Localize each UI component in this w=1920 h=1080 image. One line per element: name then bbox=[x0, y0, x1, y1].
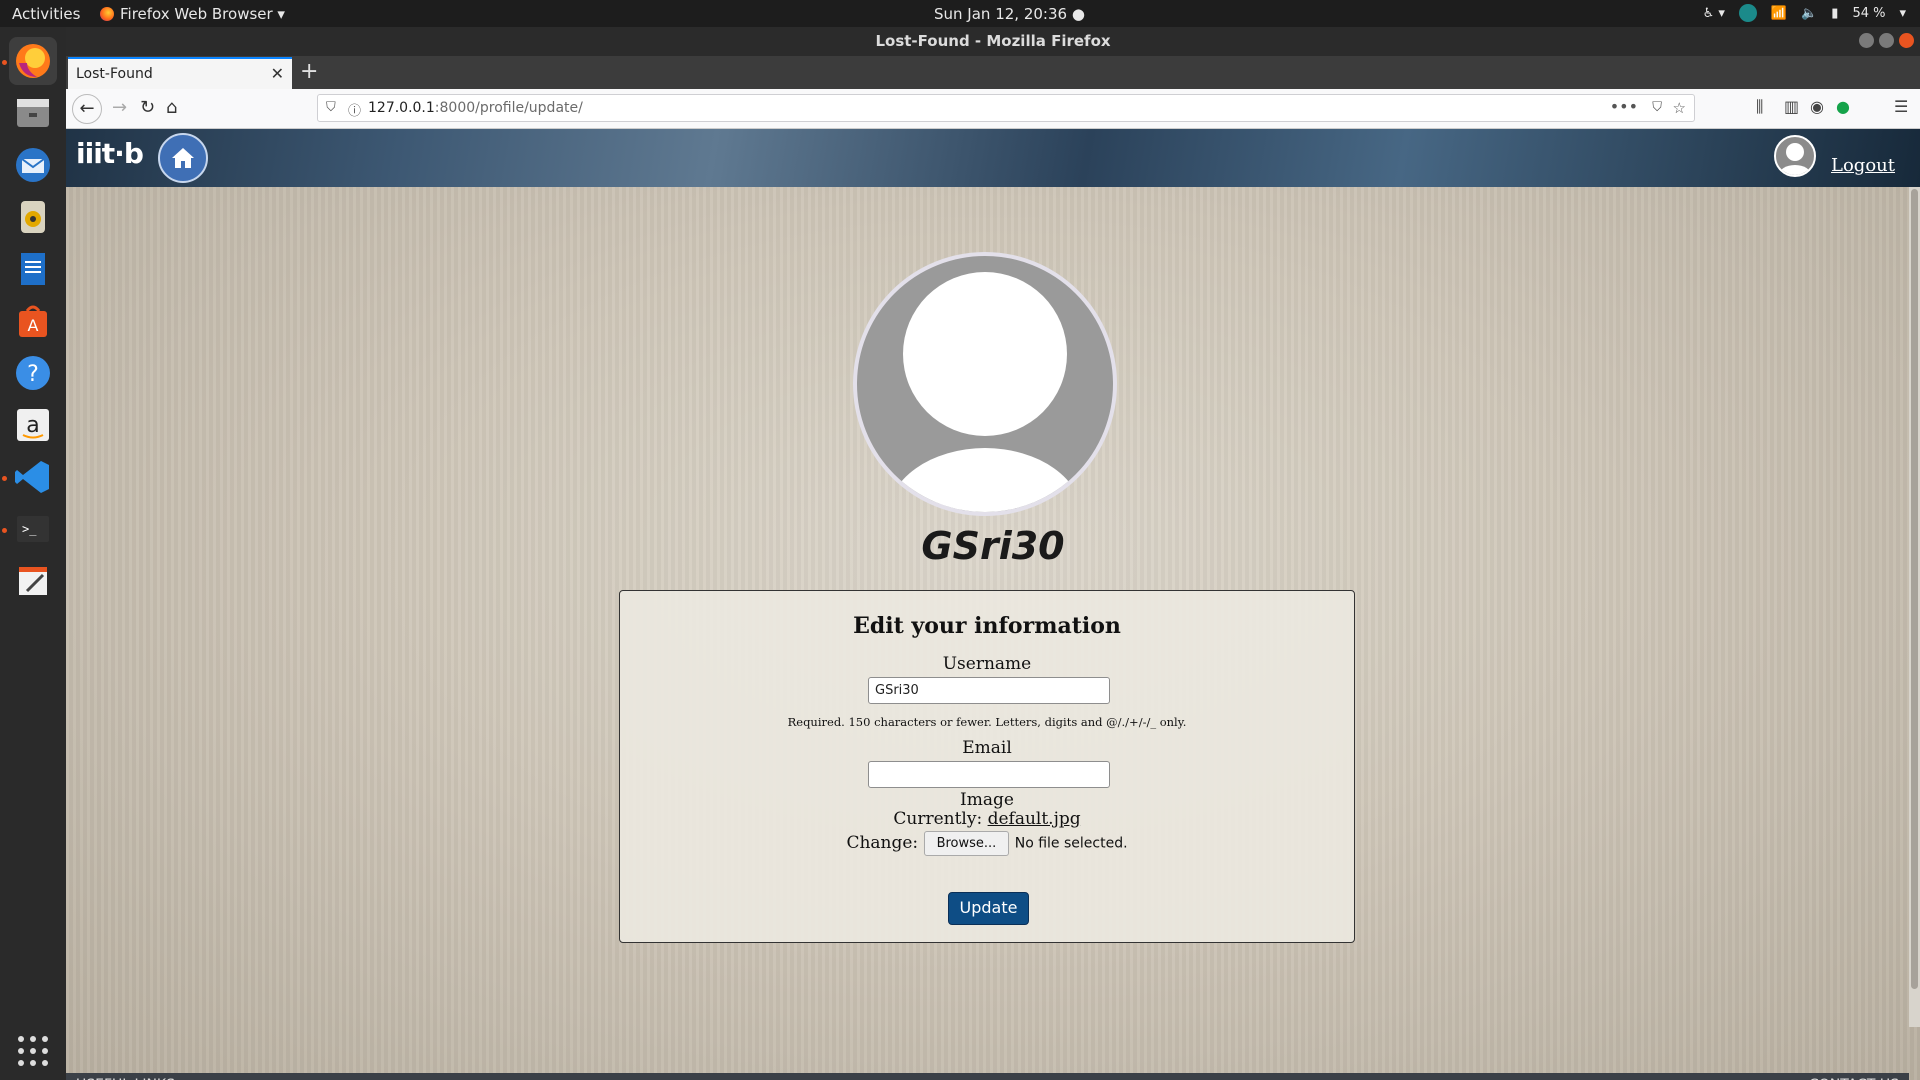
tab-title: Lost-Found bbox=[76, 66, 153, 82]
firefox-icon bbox=[100, 7, 114, 21]
user-silhouette-icon bbox=[887, 272, 1083, 512]
url-host: 127.0.0.1 bbox=[368, 100, 435, 116]
site-footer: USEFUL LINKS CONTACT US bbox=[66, 1073, 1909, 1080]
library-icon[interactable]: ⫼ bbox=[1756, 97, 1763, 117]
profile-avatar bbox=[853, 252, 1117, 516]
home-icon[interactable]: ⌂ bbox=[166, 97, 177, 118]
window-title: Lost-Found - Mozilla Firefox bbox=[875, 32, 1111, 50]
window-titlebar[interactable]: Lost-Found - Mozilla Firefox bbox=[66, 27, 1920, 56]
accessibility-icon[interactable]: ♿ ▾ bbox=[1703, 6, 1725, 21]
url-text[interactable]: 127.0.0.1:8000/profile/update/ bbox=[368, 100, 583, 116]
dock-vscode-icon[interactable] bbox=[9, 453, 57, 501]
dock-help-icon[interactable]: ? bbox=[9, 349, 57, 397]
svg-text:>_: >_ bbox=[22, 522, 37, 536]
page-actions-icon[interactable]: ••• bbox=[1610, 97, 1638, 116]
battery-icon[interactable]: ▮ bbox=[1831, 6, 1838, 21]
sidebar-icon[interactable]: ▥ bbox=[1784, 97, 1799, 116]
window-controls bbox=[1859, 33, 1914, 48]
edit-profile-form: Edit your information Username Required.… bbox=[619, 590, 1355, 943]
svg-text:?: ? bbox=[27, 362, 39, 387]
no-file-status: No file selected. bbox=[1014, 835, 1128, 852]
system-menu-chevron-icon[interactable]: ▾ bbox=[1899, 6, 1906, 21]
close-window-button[interactable] bbox=[1899, 33, 1914, 48]
navigation-toolbar: ← → ↻ ⌂ ⛉ ⓘ 127.0.0.1:8000/profile/updat… bbox=[66, 89, 1920, 129]
username-input[interactable] bbox=[868, 677, 1110, 704]
ubuntu-dock: A ? a >_ bbox=[0, 27, 66, 1080]
back-button[interactable]: ← bbox=[72, 94, 102, 124]
volume-icon[interactable]: 🔈 bbox=[1801, 6, 1817, 21]
home-button[interactable] bbox=[158, 133, 208, 183]
browse-button[interactable]: Browse... bbox=[923, 831, 1010, 856]
new-tab-button[interactable]: + bbox=[300, 59, 318, 84]
dock-rhythmbox-icon[interactable] bbox=[9, 193, 57, 241]
site-logo[interactable]: iiit·b bbox=[76, 137, 144, 170]
svg-text:A: A bbox=[28, 316, 39, 335]
reload-button[interactable]: ↻ bbox=[140, 97, 155, 118]
bookmark-star-icon[interactable]: ☆ bbox=[1673, 99, 1686, 117]
image-label: Image bbox=[960, 790, 1014, 810]
running-indicator bbox=[2, 476, 7, 481]
battery-percent[interactable]: 54 % bbox=[1852, 6, 1885, 21]
dock-files-icon[interactable] bbox=[9, 89, 57, 137]
close-tab-icon[interactable]: ✕ bbox=[271, 64, 284, 83]
form-title: Edit your information bbox=[853, 613, 1121, 639]
username-help-text: Required. 150 characters or fewer. Lette… bbox=[787, 715, 1187, 729]
dock-terminal-icon[interactable]: >_ bbox=[9, 505, 57, 553]
dock-firefox-icon[interactable] bbox=[9, 37, 57, 85]
firefox-window: Lost-Found - Mozilla Firefox Lost-Found … bbox=[66, 27, 1920, 1080]
profile-username: GSri30 bbox=[921, 524, 1065, 568]
tracking-shield-icon[interactable]: ⛉ bbox=[326, 100, 336, 115]
site-info-icon[interactable]: ⓘ bbox=[348, 100, 361, 119]
header-avatar[interactable] bbox=[1774, 135, 1816, 177]
app-menu[interactable]: Firefox Web Browser ▾ bbox=[100, 5, 285, 23]
pocket-icon[interactable]: ⛉ bbox=[1652, 100, 1662, 115]
account-icon[interactable]: ◉ bbox=[1810, 97, 1824, 116]
forward-button[interactable]: → bbox=[112, 97, 127, 118]
app-menu-label: Firefox Web Browser ▾ bbox=[120, 5, 285, 23]
current-image-row: Currently: default.jpg bbox=[620, 809, 1354, 829]
dock-writer-icon[interactable] bbox=[9, 245, 57, 293]
logout-link[interactable]: Logout bbox=[1831, 155, 1895, 176]
running-indicator bbox=[2, 528, 7, 533]
show-applications-icon[interactable] bbox=[9, 1027, 57, 1075]
email-input[interactable] bbox=[868, 761, 1110, 788]
current-image-link[interactable]: default.jpg bbox=[988, 809, 1081, 829]
url-bar[interactable]: ⛉ ⓘ 127.0.0.1:8000/profile/update/ ••• ⛉… bbox=[317, 94, 1695, 122]
dock-text-editor-icon[interactable] bbox=[9, 557, 57, 605]
menu-hamburger-icon[interactable]: ☰ bbox=[1894, 97, 1908, 116]
change-image-row: Change: Browse... No file selected. bbox=[620, 831, 1354, 856]
page-scrollbar[interactable] bbox=[1909, 187, 1920, 1027]
house-icon bbox=[172, 148, 194, 168]
site-header: iiit·b Logout bbox=[66, 129, 1920, 187]
currently-label: Currently: bbox=[893, 809, 983, 829]
minimize-button[interactable] bbox=[1859, 33, 1874, 48]
system-top-bar: Activities Firefox Web Browser ▾ Sun Jan… bbox=[0, 0, 1920, 27]
dock-software-icon[interactable]: A bbox=[9, 297, 57, 345]
page-viewport: iiit·b Logout GSri30 Edit your informati… bbox=[66, 129, 1920, 1080]
clock[interactable]: Sun Jan 12, 20:36 ● bbox=[934, 5, 1085, 23]
system-tray[interactable]: ♿ ▾ 📶 🔈 ▮ 54 % ▾ bbox=[1703, 4, 1906, 22]
update-button[interactable]: Update bbox=[948, 892, 1029, 925]
username-label: Username bbox=[942, 654, 1032, 674]
activities-button[interactable]: Activities bbox=[12, 5, 80, 23]
email-label: Email bbox=[962, 738, 1012, 758]
tab-strip: Lost-Found ✕ + bbox=[66, 56, 1920, 89]
status-indicator-icon[interactable] bbox=[1738, 4, 1757, 22]
svg-text:a: a bbox=[26, 413, 39, 438]
change-label: Change: bbox=[846, 833, 919, 853]
wifi-icon[interactable]: 📶 bbox=[1771, 6, 1787, 21]
dock-thunderbird-icon[interactable] bbox=[9, 141, 57, 189]
scrollbar-thumb[interactable] bbox=[1911, 189, 1918, 989]
tab-lost-found[interactable]: Lost-Found ✕ bbox=[68, 57, 292, 89]
url-path: :8000/profile/update/ bbox=[434, 100, 583, 116]
grammarly-icon[interactable]: ● bbox=[1836, 97, 1850, 116]
maximize-button[interactable] bbox=[1879, 33, 1894, 48]
running-indicator bbox=[2, 60, 7, 65]
dock-amazon-icon[interactable]: a bbox=[9, 401, 57, 449]
